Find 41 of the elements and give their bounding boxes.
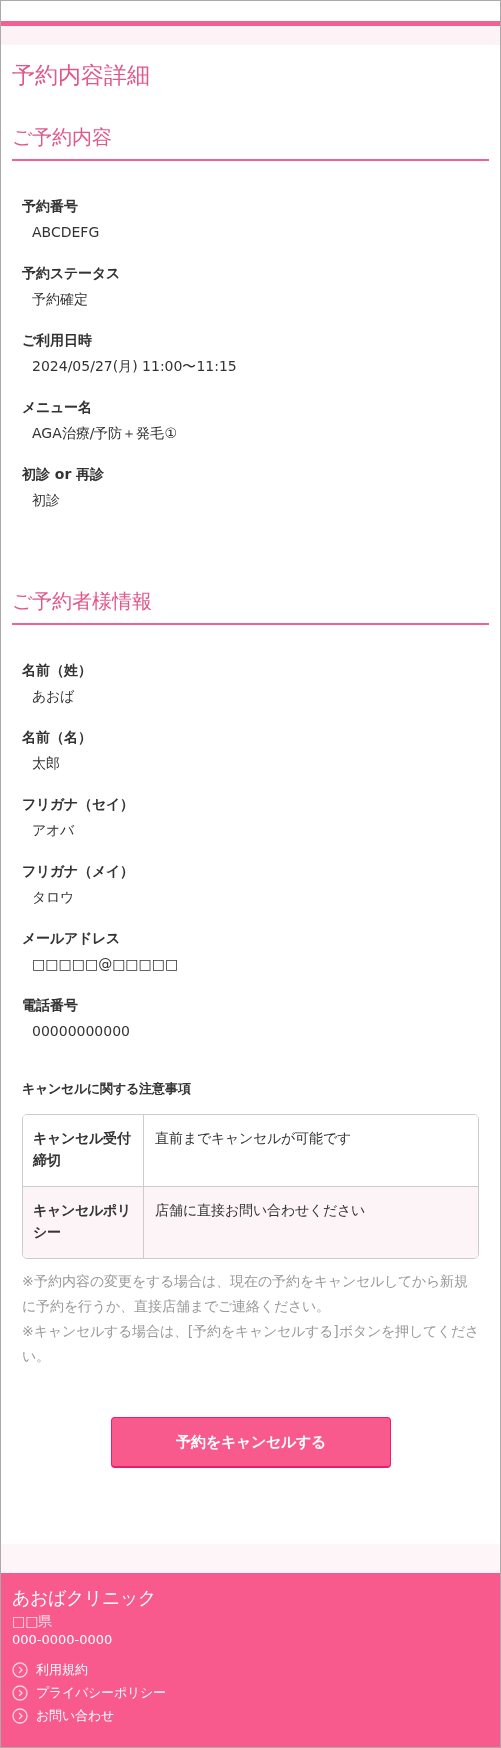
notes-heading: キャンセルに関する注意事項: [22, 1080, 192, 1098]
field-value: タロウ: [31, 888, 75, 906]
field-label: 初診 or 再診: [22, 465, 106, 483]
field-label: フリガナ（メイ）: [22, 862, 135, 880]
field-label: フリガナ（セイ）: [22, 795, 135, 813]
field-label: ご利用日時: [22, 331, 93, 349]
footer-link[interactable]: プライバシーポリシー: [12, 1684, 489, 1702]
field-value: □□□□□@□□□□□: [31, 955, 180, 973]
field-label: 予約番号: [22, 197, 79, 215]
field-value: あおば: [31, 687, 75, 705]
table-header-cell: キャンセルポリシー: [23, 1187, 144, 1258]
note-text: ※予約内容の変更をする場合は、現在の予約をキャンセルしてから新規に予約を行うか、直接店舗までご連絡ください。: [22, 1272, 469, 1316]
clinic-region: □□県: [12, 1612, 54, 1631]
clinic-phone: 000-0000-0000: [12, 1631, 114, 1649]
footer-link[interactable]: お問い合わせ: [12, 1707, 489, 1725]
cancel-reservation-button[interactable]: 予約をキャンセルする: [110, 1417, 391, 1468]
note-text: ※キャンセルする場合は、[予約をキャンセルする]ボタンを押してください。: [22, 1322, 479, 1366]
field-label: 予約ステータス: [22, 264, 121, 282]
table-cell-text: 店舗に直接お問い合わせください: [154, 1201, 366, 1220]
footer-link[interactable]: 利用規約: [12, 1661, 489, 1679]
chevron-circle-icon: [12, 1662, 28, 1678]
chevron-circle-icon: [12, 1685, 28, 1701]
field-label: メニュー名: [22, 398, 93, 416]
field-value: 予約確定: [31, 290, 89, 308]
field-label: 名前（名）: [22, 728, 93, 746]
section-heading: ご予約内容: [12, 123, 489, 161]
section-heading: ご予約者様情報: [12, 587, 489, 625]
clinic-name: あおばクリニック: [12, 1586, 157, 1610]
field-value: 太郎: [31, 754, 61, 772]
page-title: 予約内容詳細: [12, 61, 151, 90]
field-value: アオバ: [31, 821, 75, 839]
field-label: 名前（姓）: [22, 661, 93, 679]
field-value: ABCDEFG: [31, 223, 101, 241]
table-cell-text: 直前までキャンセルが可能です: [154, 1129, 352, 1148]
field-label: 電話番号: [22, 996, 79, 1014]
chevron-circle-icon: [12, 1708, 28, 1724]
field-value: 初診: [31, 491, 61, 509]
field-value: 00000000000: [31, 1022, 131, 1040]
field-value: 2024/05/27(月) 11:00〜11:15: [31, 357, 238, 375]
field-label: メールアドレス: [22, 929, 121, 947]
field-value: AGA治療/予防＋発毛①: [31, 424, 179, 442]
